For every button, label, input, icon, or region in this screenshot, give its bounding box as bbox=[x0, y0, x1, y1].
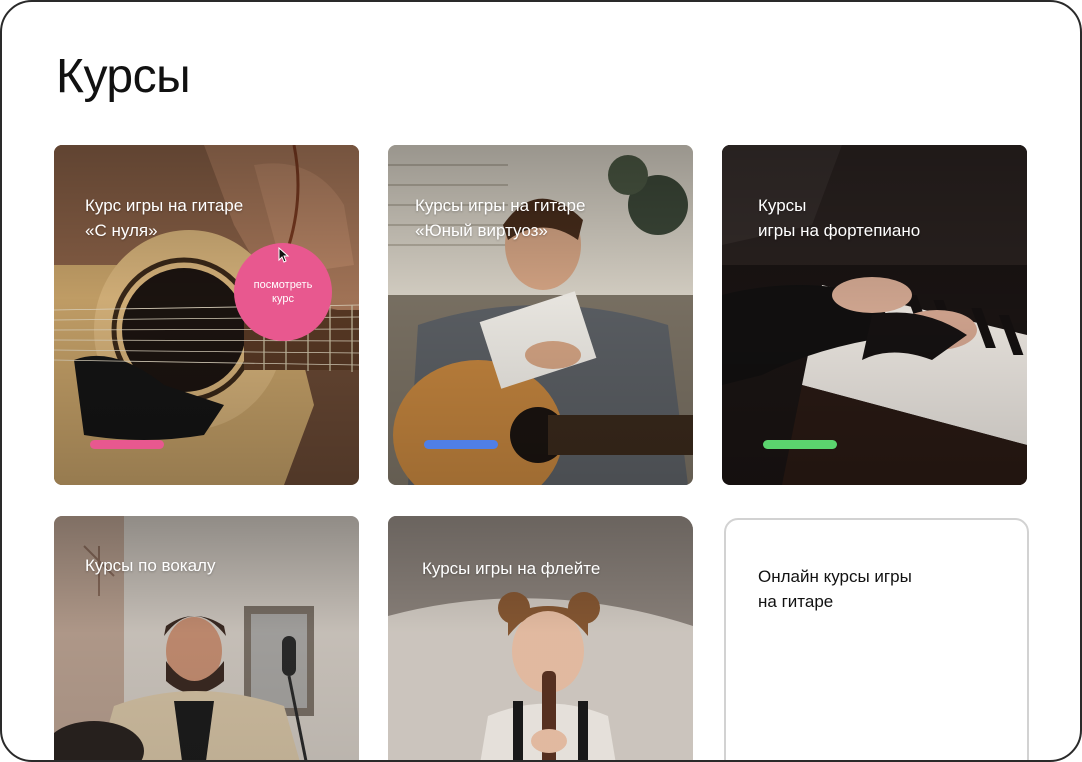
course-title: Онлайн курсы игры на гитаре bbox=[758, 567, 912, 611]
course-card-piano[interactable]: Курсы игры на фортепиано bbox=[722, 145, 1027, 485]
course-title: Курс игры на гитаре «С нуля» bbox=[85, 196, 244, 240]
course-accent-bar bbox=[763, 440, 837, 449]
course-card-flute[interactable]: Курсы игры на флейте bbox=[388, 516, 693, 760]
course-title: Курсы игры на фортепиано bbox=[758, 196, 921, 240]
course-title: Курсы игры на гитаре «Юный виртуоз» bbox=[415, 196, 586, 240]
course-card-guitar-beginner[interactable]: Курс игры на гитаре «С нуля» посмотреть … bbox=[54, 145, 359, 485]
mouse-pointer-icon bbox=[278, 247, 290, 263]
course-title: Курсы игры на флейте bbox=[422, 559, 601, 578]
course-card-guitar-young[interactable]: Курсы игры на гитаре «Юный виртуоз» bbox=[388, 145, 693, 485]
course-accent-bar bbox=[424, 440, 498, 449]
course-title: Курсы по вокалу bbox=[85, 556, 216, 575]
course-card-vocal[interactable]: Курсы по вокалу bbox=[54, 516, 359, 760]
page-title: Курсы bbox=[56, 50, 191, 103]
course-accent-bar bbox=[90, 440, 164, 449]
app-frame: Курсы Курс игры на гитаре «С нуля» посмо… bbox=[0, 0, 1082, 762]
card-overlay bbox=[388, 516, 693, 760]
course-card-online-guitar[interactable]: Онлайн курсы игры на гитаре bbox=[724, 518, 1029, 760]
